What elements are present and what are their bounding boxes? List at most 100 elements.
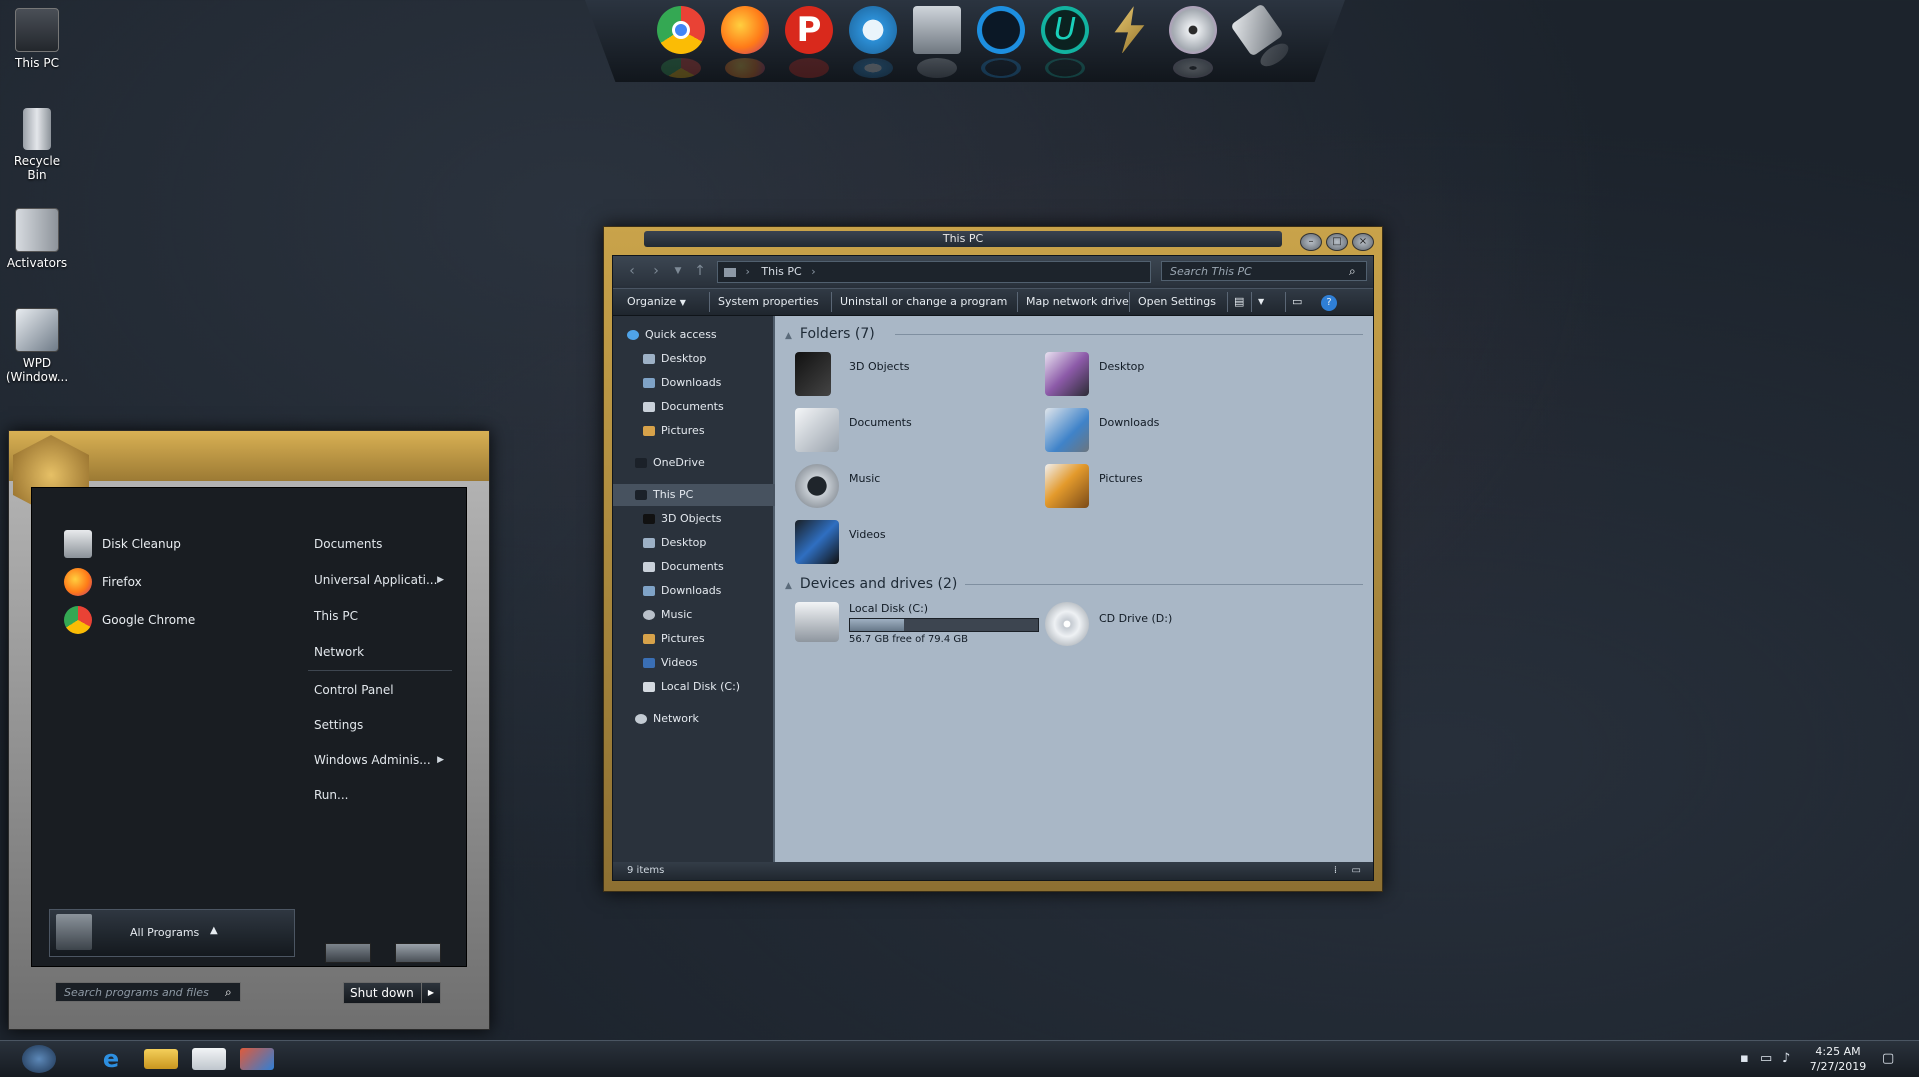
dock-chrome-icon[interactable] (657, 6, 705, 78)
organize-button[interactable]: Organize ▼ (619, 292, 694, 312)
folder-downloads[interactable]: Downloads (1045, 408, 1285, 458)
dock-firefox-icon[interactable] (721, 6, 769, 78)
start-search-input[interactable]: Search programs and files (55, 982, 241, 1002)
program-disk-cleanup[interactable]: Disk Cleanup (64, 528, 284, 562)
divider (308, 670, 452, 671)
file-explorer-icon[interactable] (144, 1049, 178, 1069)
desktop-icon-wpd[interactable]: WPD (Window... (4, 308, 70, 384)
open-settings-button[interactable]: Open Settings (1129, 292, 1224, 312)
folder-label: Downloads (1099, 416, 1160, 429)
nav-pictures[interactable]: Pictures (613, 628, 801, 650)
place-network[interactable]: Network (314, 638, 444, 666)
program-google-chrome[interactable]: Google Chrome (64, 604, 284, 638)
action-center-icon[interactable]: ▢ (1882, 1051, 1894, 1066)
map-network-drive-button[interactable]: Map network drive (1017, 292, 1137, 312)
preview-pane-icon[interactable]: ▭ (1285, 292, 1308, 312)
back-arrow-icon[interactable]: ‹ (621, 261, 643, 281)
folder-documents[interactable]: Documents (795, 408, 1035, 458)
nav-desktop[interactable]: Desktop (613, 532, 801, 554)
minimize-button[interactable]: – (1300, 233, 1322, 251)
nav-quick-pictures[interactable]: Pictures✎ (613, 420, 801, 442)
help-icon[interactable]: ? (1315, 292, 1343, 312)
folder-3d-objects[interactable]: 3D Objects (795, 352, 1035, 402)
folder-videos[interactable]: Videos (795, 520, 1035, 570)
dock-grid-icon[interactable] (977, 6, 1025, 78)
drives-group-header[interactable]: ▲ Devices and drives (2) (785, 574, 1363, 594)
up-arrow-icon[interactable]: ↑ (689, 261, 711, 281)
edge-icon[interactable]: e (94, 1045, 128, 1073)
nav-quick-downloads[interactable]: Downloads✎ (613, 372, 801, 394)
folders-group-header[interactable]: ▲ Folders (7) (785, 324, 1363, 344)
place-this-pc[interactable]: This PC (314, 602, 444, 630)
app-icon (15, 308, 59, 352)
network-icon[interactable]: ▭ (1760, 1051, 1772, 1066)
nav-label: Quick access (645, 328, 717, 341)
place-windows-administrative-tools[interactable]: Windows Adminis... ▶ (314, 746, 444, 774)
nav-quick-access[interactable]: Quick access (613, 324, 785, 346)
folder-pictures[interactable]: Pictures (1045, 464, 1285, 514)
close-button[interactable]: × (1352, 233, 1374, 251)
desktop-icon-this-pc[interactable]: This PC (4, 8, 70, 70)
program-firefox[interactable]: Firefox (64, 566, 284, 600)
folder-music[interactable]: Music (795, 464, 1035, 514)
nav-3d-objects[interactable]: 3D Objects (613, 508, 801, 530)
app-icon[interactable] (240, 1048, 274, 1070)
nav-documents[interactable]: Documents (613, 556, 801, 578)
drive-local-disk-c[interactable]: Local Disk (C:) 56.7 GB free of 79.4 GB (795, 602, 1039, 652)
folder-desktop[interactable]: Desktop (1045, 352, 1285, 402)
taskbar-clock[interactable]: 4:25 AM 7/27/2019 (1798, 1044, 1878, 1074)
drive-free-space: 56.7 GB free of 79.4 GB (849, 634, 968, 645)
store-icon[interactable] (192, 1048, 226, 1070)
place-documents[interactable]: Documents (314, 530, 444, 558)
start-button[interactable] (22, 1045, 56, 1073)
tiles-view-icon[interactable]: ▭ (1352, 862, 1361, 880)
chevron-down-icon[interactable]: ▼ (1251, 292, 1270, 312)
place-settings[interactable]: Settings (314, 711, 444, 739)
desktop-folder-icon (643, 354, 655, 364)
desktop-icon-recycle-bin[interactable]: Recycle Bin (4, 108, 70, 182)
all-programs-button[interactable]: All Programs ▲ (49, 909, 295, 957)
cube-icon (795, 352, 831, 396)
nav-quick-documents[interactable]: Documents✎ (613, 396, 801, 418)
nav-network[interactable]: Network (613, 708, 793, 730)
nav-music[interactable]: Music (613, 604, 801, 626)
organize-label: Organize (627, 295, 677, 308)
nav-onedrive[interactable]: OneDrive (613, 452, 793, 474)
breadcrumb-this-pc[interactable]: This PC (761, 265, 801, 278)
maximize-button[interactable]: □ (1326, 233, 1348, 251)
volume-icon[interactable]: ♪ (1782, 1051, 1790, 1066)
dock-bolt-icon[interactable] (1114, 6, 1145, 54)
address-bar[interactable]: › This PC › (717, 261, 1151, 283)
nav-this-pc[interactable]: This PC (613, 484, 793, 506)
drive-cd-d[interactable]: CD Drive (D:) (1045, 602, 1285, 652)
dock-psiphon-icon[interactable]: P (785, 6, 833, 78)
documents-folder-icon (795, 408, 839, 452)
shutdown-button[interactable]: Shut down ▶ (343, 982, 441, 1004)
dock-disc-icon[interactable] (1169, 6, 1217, 78)
nav-videos[interactable]: Videos (613, 652, 801, 674)
view-options-icon[interactable]: ▤ (1227, 292, 1250, 312)
place-universal-applications[interactable]: Universal Applicati... ▶ (314, 566, 444, 594)
group-title: Folders (7) (799, 326, 875, 342)
system-properties-button[interactable]: System properties (709, 292, 827, 312)
search-icon[interactable]: ⌕ (225, 985, 232, 1000)
tray-overflow-icon[interactable]: ▪ (1740, 1051, 1749, 1066)
dock-usb-drive-icon[interactable] (1230, 3, 1284, 57)
desktop-icon-activators[interactable]: Activators (4, 208, 70, 270)
details-view-icon[interactable]: ⁞ (1334, 862, 1337, 880)
nav-local-disk[interactable]: Local Disk (C:) (613, 676, 801, 698)
dock-monitor-icon[interactable] (913, 6, 961, 78)
place-control-panel[interactable]: Control Panel (314, 676, 444, 704)
dock-u-icon[interactable]: U (1041, 6, 1089, 78)
recent-dropdown-icon[interactable]: ▼ (667, 261, 689, 281)
search-input[interactable]: Search This PC (1161, 261, 1367, 281)
music-icon (795, 464, 839, 508)
uninstall-program-button[interactable]: Uninstall or change a program (831, 292, 1015, 312)
nav-quick-desktop[interactable]: Desktop✎ (613, 348, 801, 370)
search-icon[interactable]: ⌕ (1349, 264, 1356, 279)
nav-downloads[interactable]: Downloads (613, 580, 801, 602)
chevron-right-icon[interactable]: ▶ (421, 983, 440, 1003)
forward-arrow-icon[interactable]: › (645, 261, 667, 281)
place-run[interactable]: Run... (314, 781, 444, 809)
dock-gear-icon[interactable] (849, 6, 897, 78)
